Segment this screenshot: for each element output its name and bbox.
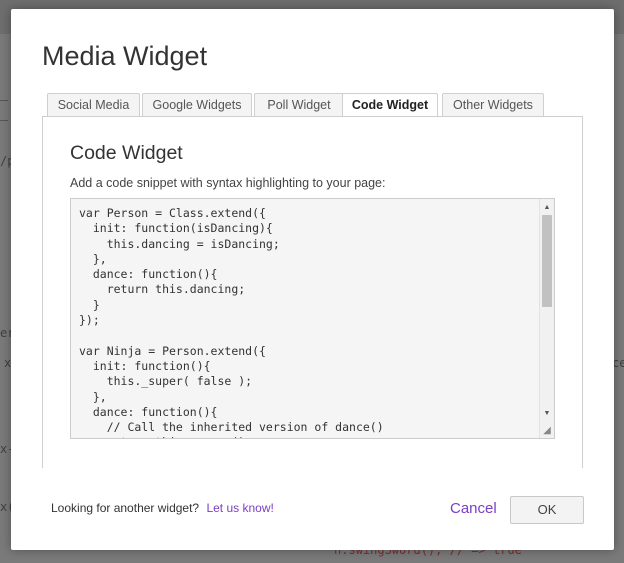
ok-button[interactable]: OK — [510, 496, 584, 524]
media-widget-dialog: Media Widget Social Media Google Widgets… — [11, 9, 614, 550]
panel-description: Add a code snippet with syntax highlight… — [70, 176, 386, 190]
panel-title: Code Widget — [70, 142, 183, 164]
footer-prompt: Looking for another widget? Let us know! — [51, 501, 274, 515]
background-rule — [0, 120, 8, 121]
cancel-button[interactable]: Cancel — [450, 500, 497, 517]
background-rule — [0, 100, 8, 101]
dialog-title: Media Widget — [42, 41, 208, 71]
code-scrollbar[interactable]: ▲ ▼ — [539, 199, 554, 438]
scroll-up-arrow-icon[interactable]: ▲ — [540, 202, 554, 214]
footer-prompt-text: Looking for another widget? — [51, 501, 200, 515]
let-us-know-link[interactable]: Let us know! — [206, 501, 273, 515]
tab-code-widget[interactable]: Code Widget — [342, 93, 438, 118]
tab-other-widgets[interactable]: Other Widgets — [442, 93, 544, 117]
tab-social-media[interactable]: Social Media — [47, 93, 140, 117]
tab-google-widgets[interactable]: Google Widgets — [142, 93, 252, 117]
code-text[interactable]: var Person = Class.extend({ init: functi… — [79, 206, 384, 438]
resize-grip-icon[interactable]: ◢ — [541, 425, 553, 437]
code-snippet-editor[interactable]: var Person = Class.extend({ init: functi… — [70, 198, 555, 439]
tab-poll-widget[interactable]: Poll Widget — [254, 93, 344, 117]
scroll-down-arrow-icon[interactable]: ▼ — [540, 408, 554, 420]
scrollbar-thumb[interactable] — [542, 215, 552, 307]
code-widget-panel: Code Widget Add a code snippet with synt… — [42, 116, 583, 468]
